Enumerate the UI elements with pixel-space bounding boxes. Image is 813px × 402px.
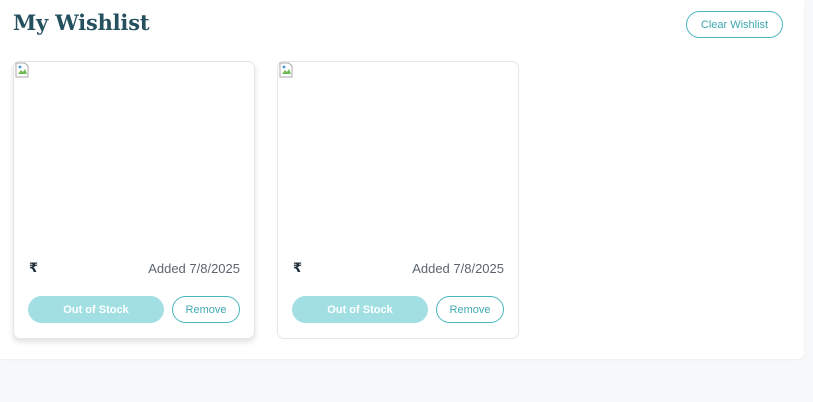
- added-date: Added 7/8/2025: [148, 261, 240, 276]
- page-title: My Wishlist: [13, 10, 150, 35]
- out-of-stock-button: Out of Stock: [28, 296, 164, 323]
- clear-wishlist-button[interactable]: Clear Wishlist: [686, 11, 783, 38]
- added-date: Added 7/8/2025: [412, 261, 504, 276]
- wishlist-item-card: ₹ Added 7/8/2025 Out of Stock Remove: [13, 61, 255, 339]
- price-currency: ₹: [29, 261, 39, 276]
- out-of-stock-button: Out of Stock: [292, 296, 428, 323]
- broken-image-icon: [278, 62, 294, 78]
- wishlist-item-card: ₹ Added 7/8/2025 Out of Stock Remove: [277, 61, 519, 339]
- remove-button[interactable]: Remove: [172, 296, 240, 323]
- price-currency: ₹: [293, 261, 303, 276]
- broken-image-icon: [14, 62, 30, 78]
- wishlist-panel: My Wishlist Clear Wishlist ₹ Added 7/8/2…: [0, 0, 804, 359]
- remove-button[interactable]: Remove: [436, 296, 504, 323]
